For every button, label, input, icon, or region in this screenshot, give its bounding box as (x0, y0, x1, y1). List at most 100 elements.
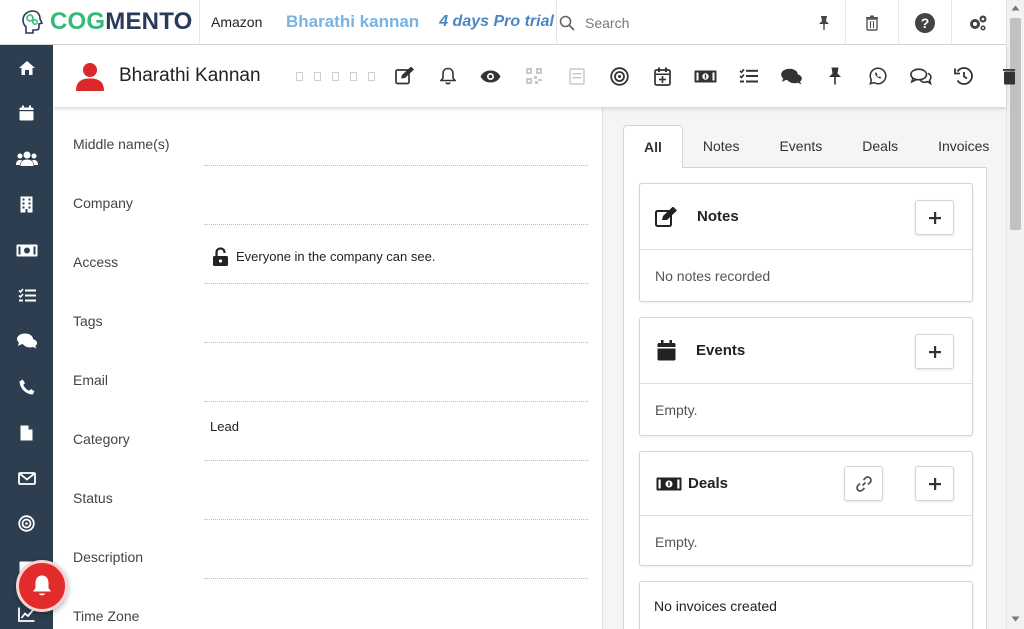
tab-invoices[interactable]: Invoices (918, 125, 1009, 167)
notes-card-title: Notes (697, 208, 739, 225)
field-access: Access Everyone in the company can see. (53, 225, 602, 284)
field-description: Description (53, 520, 602, 579)
add-event-card-button[interactable] (915, 334, 954, 369)
eye-icon (480, 70, 501, 82)
logo-text: COGMENTO (50, 8, 193, 35)
deals-card: Deals Empty. (639, 451, 973, 566)
placeholder-icon (350, 71, 357, 81)
sidebar-item-campaigns[interactable] (0, 501, 53, 547)
placeholder-icon (314, 71, 321, 81)
add-deal-card-button[interactable] (915, 466, 954, 501)
tab-content: Notes No notes recorded Events Empty. De… (623, 167, 987, 629)
plus-icon (928, 345, 941, 358)
add-task-button[interactable] (727, 68, 770, 84)
field-label: Company (73, 195, 133, 211)
trash-button[interactable] (845, 0, 898, 45)
field-status: Status (53, 461, 602, 520)
scroll-up-arrow-icon[interactable] (1011, 5, 1020, 11)
trial-badge[interactable]: 4 days Pro trial (439, 13, 554, 31)
add-deal-button[interactable] (684, 70, 727, 83)
search-bar[interactable] (556, 0, 806, 45)
sidebar-item-documents[interactable] (0, 410, 53, 456)
sidebar-item-calendar[interactable] (0, 91, 53, 137)
building-icon (20, 196, 33, 213)
field-label: Email (73, 372, 109, 388)
delete-contact-button[interactable] (985, 67, 1015, 85)
search-icon (559, 15, 575, 31)
bullseye-icon (610, 66, 629, 86)
link-deal-button[interactable] (844, 466, 883, 501)
events-card-body: Empty. (655, 401, 698, 418)
link-icon (855, 475, 872, 492)
placeholder-icon (296, 71, 303, 81)
sidebar-item-tasks[interactable] (0, 273, 53, 319)
whatsapp-button[interactable] (856, 67, 899, 85)
user-name[interactable]: Bharathi kannan (286, 12, 419, 32)
tasks-icon (739, 68, 758, 83)
target-icon (18, 515, 35, 532)
field-category: Category Lead (53, 402, 602, 461)
notes-card-body: No notes recorded (655, 267, 771, 284)
field-tags: Tags (53, 284, 602, 343)
notifications-button[interactable] (426, 67, 469, 85)
scroll-down-arrow-icon[interactable] (1011, 616, 1020, 622)
tab-notes[interactable]: Notes (683, 125, 760, 167)
history-icon (954, 67, 973, 85)
sidebar-item-deals[interactable] (0, 227, 53, 273)
deals-card-body: Empty. (655, 533, 698, 550)
notes-card: Notes No notes recorded (639, 183, 973, 302)
events-card-title: Events (696, 342, 746, 359)
deals-card-title: Deals (688, 475, 729, 492)
chat-button[interactable] (770, 68, 813, 85)
comments-icon (781, 68, 802, 84)
search-input[interactable] (585, 14, 785, 31)
watch-button[interactable] (469, 70, 512, 83)
contacts-icon (15, 151, 38, 167)
svg-text:?: ? (921, 15, 930, 31)
add-note-button[interactable] (915, 200, 954, 235)
target-button[interactable] (598, 66, 641, 86)
sidebar-item-home[interactable] (0, 45, 53, 91)
qr-code-button[interactable] (512, 68, 555, 84)
help-button[interactable]: ? (898, 0, 951, 45)
phone-icon (19, 379, 34, 395)
comments-outline-icon (909, 67, 932, 85)
unlock-icon (213, 247, 228, 266)
trash-icon (1003, 69, 1015, 85)
add-event-button[interactable] (641, 67, 684, 86)
calendar-icon (657, 340, 676, 361)
vcard-icon (568, 67, 585, 85)
contact-name: Bharathi Kannan (119, 65, 261, 86)
vcard-button[interactable] (555, 67, 598, 85)
sidebar (0, 45, 53, 629)
tab-events[interactable]: Events (759, 125, 842, 167)
calendar-plus-icon (654, 67, 671, 86)
tab-all[interactable]: All (623, 125, 683, 168)
sidebar-item-contacts[interactable] (0, 136, 53, 182)
field-label: Time Zone (73, 608, 140, 624)
logo[interactable]: COGMENTO (0, 0, 200, 45)
home-icon (18, 60, 35, 75)
field-company: Company (53, 166, 602, 225)
tab-deals[interactable]: Deals (842, 125, 918, 167)
settings-button[interactable] (951, 0, 1004, 45)
conversation-button[interactable] (899, 67, 942, 85)
pin-contact-button[interactable] (813, 67, 856, 85)
sidebar-item-chat[interactable] (0, 319, 53, 365)
push-notification-button[interactable] (16, 560, 68, 612)
events-card-header: Events (640, 318, 972, 384)
tasks-icon (17, 288, 36, 302)
help-icon: ? (915, 12, 935, 33)
sidebar-item-companies[interactable] (0, 182, 53, 228)
qr-code-icon (525, 68, 542, 84)
edit-button[interactable] (383, 67, 426, 85)
sidebar-item-calls[interactable] (0, 364, 53, 410)
field-email: Email (53, 343, 602, 402)
deals-card-header: Deals (640, 452, 972, 516)
history-button[interactable] (942, 67, 985, 85)
pin-button[interactable] (800, 0, 848, 45)
sidebar-item-email[interactable] (0, 455, 53, 501)
document-icon (20, 425, 33, 441)
field-label: Status (73, 490, 113, 506)
field-label: Tags (73, 313, 103, 329)
